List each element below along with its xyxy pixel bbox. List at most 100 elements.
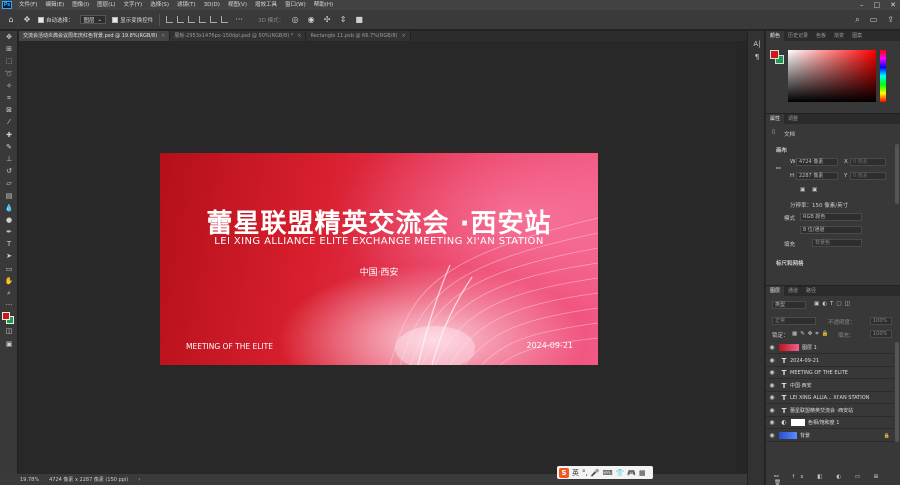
search-icon[interactable]: ⌕ [855,15,859,25]
align-right-icon[interactable] [188,16,196,23]
more-tools-icon[interactable]: ··· [0,299,18,311]
tab-gradients[interactable]: 渐变 [830,31,848,41]
magic-wand-icon[interactable]: ✧ [0,80,18,92]
height-field[interactable]: 2287 像素 [796,172,838,180]
close-tab-icon[interactable]: × [161,31,165,41]
menu-3d[interactable]: 3D(D) [200,0,224,10]
menu-view[interactable]: 视图(V) [224,0,251,10]
menu-filter[interactable]: 滤镜(T) [173,0,200,10]
minimize-icon[interactable]: – [860,0,864,10]
tab-patterns[interactable]: 图案 [848,31,866,41]
close-icon[interactable]: ✕ [890,0,896,10]
landscape-icon[interactable]: ▣ [812,187,817,193]
history-brush-icon[interactable]: ↺ [0,165,18,177]
slide-icon[interactable]: ⇕ [338,15,348,25]
menu-select[interactable]: 选择(S) [146,0,173,10]
roll-icon[interactable]: ◉ [306,15,316,25]
menu-edit[interactable]: 编辑(E) [41,0,68,10]
share-icon[interactable]: ⇪ [887,15,894,25]
visibility-eye-icon[interactable]: ◉ [766,357,778,364]
menu-help[interactable]: 帮助(H) [310,0,337,10]
menu-type[interactable]: 文字(Y) [120,0,147,10]
menu-layer[interactable]: 图层(L) [93,0,119,10]
scale3d-icon[interactable]: ■ [354,15,364,25]
screen-mode-icon[interactable]: ▣ [0,338,18,350]
layer-row[interactable]: ◉ ◐ 色相/饱和度 1 [766,417,894,430]
tab-paths[interactable]: 路径 [802,286,820,296]
visibility-eye-icon[interactable]: ◉ [766,382,778,389]
healing-brush-icon[interactable]: ✚ [0,129,18,141]
sogou-logo[interactable]: S [559,467,569,478]
bit-depth-dropdown[interactable]: 8 位/通道 [800,226,862,234]
fill-dropdown[interactable]: 背景色 [812,239,862,247]
tab-document-2[interactable]: 展板-2953x1476px-150dpi.psd @ 50%(RGB/8) *… [170,31,307,41]
visibility-eye-icon[interactable]: ◉ [766,432,778,439]
game-icon[interactable]: 🎮 [627,469,636,477]
home-icon[interactable]: ⌂ [6,15,16,25]
move-tool-icon[interactable]: ✥ [22,15,32,25]
visibility-eye-icon[interactable]: ◉ [766,344,778,351]
hue-slider[interactable] [880,50,886,102]
link-icon[interactable]: ⚯ [776,166,781,172]
grid-icon[interactable]: ▦ [639,469,646,477]
lock-icons[interactable]: ▦✎✥⌗🔒 [792,331,831,338]
tab-history[interactable]: 历史记录 [784,31,812,41]
pen-tool-icon[interactable]: ✒ [0,226,18,238]
menu-window[interactable]: 窗口(W) [281,0,310,10]
tab-swatches[interactable]: 色板 [812,31,830,41]
mode-dropdown[interactable]: RGB 颜色 [800,213,862,221]
opacity-field[interactable]: 100% [870,317,892,325]
layer-row[interactable]: ◉ T LEI XING ALLIA... XI'AN STATION [766,392,894,405]
tab-adjustments[interactable]: 调整 [784,114,802,124]
layer-row[interactable]: ◉ 图层 1 [766,342,894,355]
rulers-grids-section[interactable]: 标尺和网格 [776,259,804,267]
ime-language[interactable]: 英 [572,468,579,478]
punctuation-icon[interactable]: °, [582,469,588,477]
layers-scrollbar[interactable] [895,342,899,442]
align-buttons[interactable] [166,16,229,23]
lasso-tool-icon[interactable]: ➰ [0,68,18,80]
visibility-eye-icon[interactable]: ◉ [766,407,778,414]
tab-color[interactable]: 颜色 [766,31,785,41]
crop-tool-icon[interactable]: ⌗ [0,92,18,104]
canvas-section[interactable]: 画布 [776,146,787,154]
align-middle-icon[interactable] [210,16,218,23]
menu-plugins[interactable]: 增效工具 [251,0,281,10]
foreground-color-swatch[interactable] [2,312,10,321]
layer-kind-filter[interactable]: 类型 [772,301,806,309]
marquee-tool-icon[interactable]: ⬚ [0,55,18,67]
layer-row[interactable]: ◉ T 2024-09-21 [766,355,894,368]
foreground-color-swatch[interactable] [770,50,779,59]
blur-tool-icon[interactable]: 💧 [0,202,18,214]
layer-row[interactable]: ◉ T 蕾星联盟精英交流会 ·西安站 [766,405,894,418]
auto-select-dropdown[interactable]: 图层 ⌄ [79,15,107,24]
layer-filter-icons[interactable]: ▣◐T▢◫ [814,301,853,307]
path-select-icon[interactable]: ➤ [0,250,18,262]
keyboard-icon[interactable]: ⌨ [602,469,612,477]
visibility-eye-icon[interactable]: ◉ [766,419,778,426]
canvas-workspace[interactable]: 蕾星联盟精英交流会 ·西安站 LEI XING ALLIANCE ELITE E… [19,41,736,474]
zoom-level[interactable]: 19.78% [20,477,39,483]
menu-file[interactable]: 文件(F) [15,0,41,10]
artboard-tool-icon[interactable]: ⊞ [0,43,18,55]
x-field[interactable]: 0 像素 [850,158,886,166]
tab-channels[interactable]: 通道 [784,286,802,296]
brush-tool-icon[interactable]: ✎ [0,141,18,153]
layer-row[interactable]: ◉ T 中国·西安 [766,380,894,393]
tab-document-3[interactable]: Rectangle 11.psb @ 66.7%(RGB/8) × [306,31,411,41]
rectangle-tool-icon[interactable]: ▭ [0,263,18,275]
workspace-icon[interactable]: ▭ [870,15,878,25]
artboard[interactable]: 蕾星联盟精英交流会 ·西安站 LEI XING ALLIANCE ELITE E… [160,153,598,365]
orbit-icon[interactable]: ◎ [290,15,300,25]
skin-icon[interactable]: 👕 [616,469,625,477]
close-tab-icon[interactable]: × [297,31,301,41]
move-tool-icon[interactable]: ✥ [0,31,18,43]
zoom-tool-icon[interactable]: ⌕ [0,287,18,299]
blend-mode-dropdown[interactable]: 正常 [772,317,816,325]
tab-layers[interactable]: 图层 [766,286,785,296]
chevron-right-icon[interactable]: › [138,477,140,483]
quick-mask-icon[interactable]: ◫ [0,325,18,337]
layer-row[interactable]: ◉ 背景 🔒 [766,430,894,443]
frame-tool-icon[interactable]: ⊠ [0,104,18,116]
maximize-icon[interactable]: □ [874,0,881,10]
